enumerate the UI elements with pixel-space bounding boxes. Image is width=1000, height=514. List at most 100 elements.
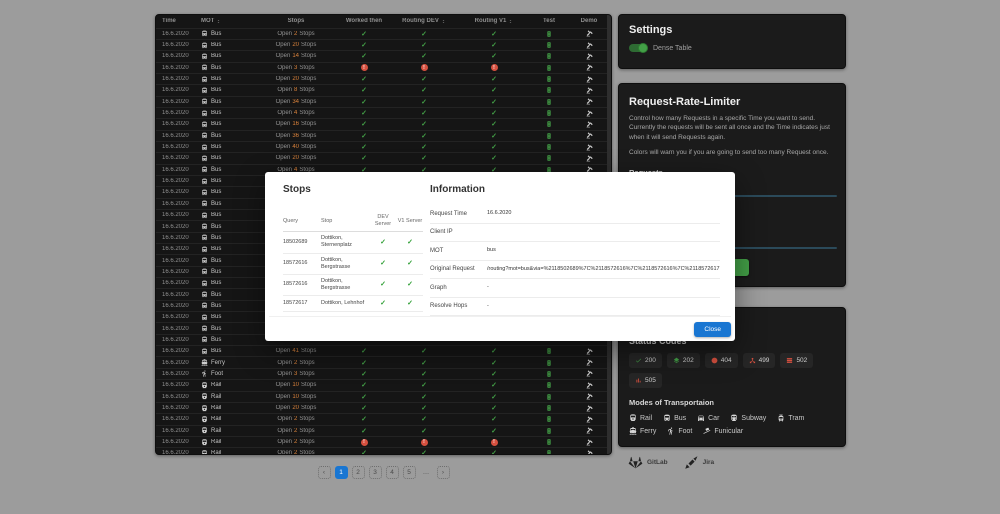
status-chip-404[interactable]: 404 <box>705 353 738 368</box>
demo-cell[interactable] <box>569 405 609 412</box>
gitlab-link[interactable]: GitLab <box>628 455 668 470</box>
demo-cell[interactable] <box>569 348 609 355</box>
table-row[interactable]: 16.6.2020RailOpen2Stops✓✓✓ <box>156 426 611 437</box>
table-row[interactable]: 16.6.2020RailOpen10Stops✓✓✓ <box>156 392 611 403</box>
table-row[interactable]: 16.6.2020BusOpen20Stops✓✓✓ <box>156 40 611 51</box>
demo-cell[interactable] <box>569 53 609 60</box>
status-cell: ✓ <box>389 154 459 162</box>
status-chip-200[interactable]: 200 <box>629 353 662 368</box>
pagination-page-2[interactable]: 2 <box>352 466 365 479</box>
open-stops-link[interactable]: Open8Stops <box>253 87 339 93</box>
open-stops-link[interactable]: Open2Stops <box>253 428 339 434</box>
open-stops-link[interactable]: Open2Stops <box>253 31 339 37</box>
open-stops-link[interactable]: Open34Stops <box>253 99 339 105</box>
demo-cell[interactable] <box>569 427 609 434</box>
demo-cell[interactable] <box>569 382 609 389</box>
demo-cell[interactable] <box>569 393 609 400</box>
open-stops-link[interactable]: Open10Stops <box>253 382 339 388</box>
demo-cell[interactable] <box>569 64 609 71</box>
open-stops-link[interactable]: Open41Stops <box>253 348 339 354</box>
table-row[interactable]: 16.6.2020BusOpen8Stops✓✓✓ <box>156 85 611 96</box>
demo-cell[interactable] <box>569 144 609 151</box>
open-stops-link[interactable]: Open14Stops <box>253 53 339 59</box>
open-stops-link[interactable]: Open16Stops <box>253 121 339 127</box>
mode-chip-tram[interactable]: Tram <box>777 414 804 422</box>
table-row[interactable]: 16.6.2020BusOpen34Stops✓✓✓ <box>156 97 611 108</box>
demo-cell[interactable] <box>569 416 609 423</box>
table-row[interactable]: 16.6.2020BusOpen14Stops✓✓✓ <box>156 51 611 62</box>
table-row[interactable]: 16.6.2020BusOpen3Stops!!! <box>156 63 611 74</box>
demo-cell[interactable] <box>569 155 609 162</box>
open-stops-link[interactable]: Open2Stops <box>253 416 339 422</box>
mode-chip-ferry[interactable]: Ferry <box>629 427 656 435</box>
table-row[interactable]: 16.6.2020BusOpen41Stops✓✓✓ <box>156 346 611 357</box>
demo-cell[interactable] <box>569 87 609 94</box>
mode-chip-subway[interactable]: Subway <box>730 414 766 422</box>
status-chip-202[interactable]: 202 <box>667 353 700 368</box>
open-stops-link[interactable]: Open2Stops <box>253 360 339 366</box>
demo-cell[interactable] <box>569 132 609 139</box>
open-stops-link[interactable]: Open40Stops <box>253 144 339 150</box>
table-row[interactable]: 16.6.2020BusOpen40Stops✓✓✓ <box>156 142 611 153</box>
check-icon: ✓ <box>491 393 497 401</box>
status-chip-499[interactable]: 499 <box>743 353 776 368</box>
pagination-next-button[interactable]: › <box>437 466 450 479</box>
table-row[interactable]: 16.6.2020BusOpen36Stops✓✓✓ <box>156 131 611 142</box>
open-stops-link[interactable]: Open4Stops <box>253 110 339 116</box>
open-stops-link[interactable]: Open10Stops <box>253 394 339 400</box>
mode-chip-bus[interactable]: Bus <box>663 414 686 422</box>
table-row[interactable]: 16.6.2020BusOpen2Stops✓✓✓ <box>156 29 611 40</box>
open-stops-link[interactable]: Open20Stops <box>253 42 339 48</box>
column-header-mot[interactable]: MOT <box>201 18 253 25</box>
status-chip-505[interactable]: 505 <box>629 373 662 388</box>
mode-chip-rail[interactable]: Rail <box>629 414 652 422</box>
table-row[interactable]: 16.6.2020RailOpen10Stops✓✓✓ <box>156 380 611 391</box>
jira-link[interactable]: Jira <box>684 455 715 470</box>
status-code-chips: 200 202 404 499 502 505 <box>629 353 835 388</box>
table-row[interactable]: 16.6.2020FootOpen3Stops✓✓✓ <box>156 369 611 380</box>
open-stops-link[interactable]: Open20Stops <box>253 76 339 82</box>
open-stops-link[interactable]: Open20Stops <box>253 405 339 411</box>
demo-cell[interactable] <box>569 76 609 83</box>
demo-cell[interactable] <box>569 110 609 117</box>
mode-chip-car[interactable]: Car <box>697 414 719 422</box>
pagination-page-3[interactable]: 3 <box>369 466 382 479</box>
table-row[interactable]: 16.6.2020BusOpen4Stops✓✓✓ <box>156 108 611 119</box>
pagination-page-4[interactable]: 4 <box>386 466 399 479</box>
open-stops-link[interactable]: Open2Stops <box>253 450 339 455</box>
column-header-routing-v1[interactable]: Routing V1 <box>459 18 529 25</box>
table-row[interactable]: 16.6.2020BusOpen20Stops✓✓✓ <box>156 153 611 164</box>
demo-cell[interactable] <box>569 370 609 377</box>
table-row[interactable]: 16.6.2020RailOpen2Stops✓✓✓ <box>156 448 611 455</box>
table-row[interactable]: 16.6.2020RailOpen2Stops✓✓✓ <box>156 414 611 425</box>
table-row[interactable]: 16.6.2020RailOpen2Stops!!! <box>156 437 611 448</box>
pagination-page-5[interactable]: 5 <box>403 466 416 479</box>
table-row[interactable]: 16.6.2020BusOpen16Stops✓✓✓ <box>156 119 611 130</box>
demo-cell[interactable] <box>569 42 609 49</box>
demo-cell[interactable] <box>569 439 609 446</box>
status-chip-502[interactable]: 502 <box>780 353 813 368</box>
demo-cell[interactable] <box>569 359 609 366</box>
pagination-prev-button[interactable]: ‹ <box>318 466 331 479</box>
open-stops-link[interactable]: Open3Stops <box>253 371 339 377</box>
pagination-page-1[interactable]: 1 <box>335 466 348 479</box>
demo-cell[interactable] <box>569 450 609 455</box>
open-stops-link[interactable]: Open36Stops <box>253 133 339 139</box>
open-stops-link[interactable]: Open2Stops <box>253 439 339 445</box>
close-button[interactable]: Close <box>694 322 731 337</box>
table-row[interactable]: 16.6.2020FerryOpen2Stops✓✓✓ <box>156 357 611 368</box>
column-header-routing-dev[interactable]: Routing DEV <box>389 18 459 25</box>
open-stops-link[interactable]: Open20Stops <box>253 155 339 161</box>
jira-icon <box>684 455 703 470</box>
dense-table-toggle[interactable] <box>629 44 647 52</box>
open-stops-link[interactable]: Open3Stops <box>253 65 339 71</box>
demo-cell[interactable] <box>569 30 609 37</box>
check-icon: ✓ <box>421 143 427 151</box>
demo-cell[interactable] <box>569 98 609 105</box>
table-row[interactable]: 16.6.2020BusOpen20Stops✓✓✓ <box>156 74 611 85</box>
table-row[interactable]: 16.6.2020RailOpen20Stops✓✓✓ <box>156 403 611 414</box>
mode-chip-foot[interactable]: Foot <box>667 427 692 435</box>
demo-cell[interactable] <box>569 121 609 128</box>
mode-chip-funicular[interactable]: Funicular <box>703 427 743 435</box>
check-icon: ✓ <box>361 359 367 367</box>
